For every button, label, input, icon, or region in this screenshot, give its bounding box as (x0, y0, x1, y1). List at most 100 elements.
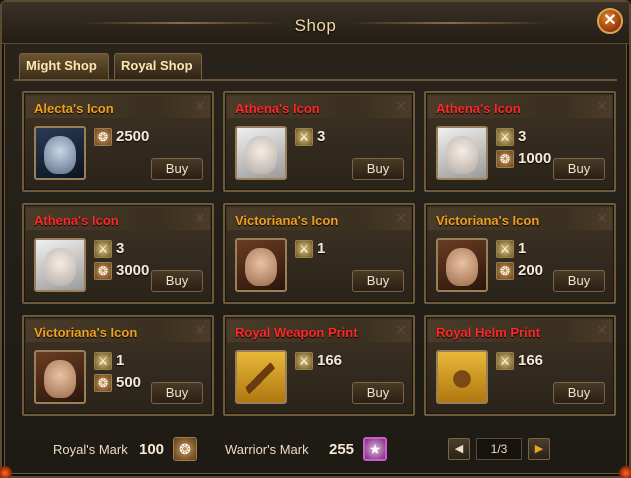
royal-mark-icon: ❂ (496, 262, 514, 280)
athena-portrait-icon (436, 126, 488, 180)
buy-button[interactable]: Buy (553, 382, 605, 404)
decor-cross-icon: ✕ (194, 98, 206, 114)
royal-mark-count: 100 (139, 441, 165, 458)
portrait-figure (44, 360, 76, 398)
shop-item-card: Athena's Icon ✕ ⚔ 3 Buy (223, 91, 415, 192)
decor-cross-icon: ✕ (596, 322, 608, 338)
item-name: Athena's Icon (436, 101, 521, 116)
warrior-mark-icon: ★ (363, 437, 387, 461)
cost-value: 1 (317, 240, 326, 257)
warrior-mark-label: Warrior's Mark (225, 442, 309, 457)
item-name: Royal Helm Print (436, 325, 541, 340)
decor-cross-icon: ✕ (194, 210, 206, 226)
cost-value: 2500 (116, 128, 150, 145)
buy-button[interactable]: Buy (352, 158, 404, 180)
footer: Royal's Mark 100 ❂ Warrior's Mark 255 ★ … (2, 432, 631, 468)
warrior-mark-icon: ⚔ (496, 128, 514, 146)
warrior-mark-icon: ⚔ (94, 240, 112, 258)
cost-value: 166 (518, 352, 544, 369)
shop-window: Shop ✕ Might Shop Royal Shop Alecta's Ic… (0, 0, 631, 478)
shop-item-card: Athena's Icon ✕ ⚔ 3 ❂ 1000 Buy (424, 91, 616, 192)
page-indicator: 1/3 (476, 438, 522, 460)
decor-cross-icon: ✕ (395, 322, 407, 338)
portrait-figure (446, 248, 478, 286)
decor-cross-icon: ✕ (194, 322, 206, 338)
buy-button[interactable]: Buy (553, 270, 605, 292)
royal-mark-icon: ❂ (496, 150, 514, 168)
decor-cross-icon: ✕ (395, 210, 407, 226)
victoriana-portrait-icon (436, 238, 488, 292)
buy-button[interactable]: Buy (151, 382, 203, 404)
shop-item-card: Victoriana's Icon ✕ ⚔ 1 Buy (223, 203, 415, 304)
cost-value: 3 (518, 128, 527, 145)
portrait-figure (44, 136, 76, 174)
chevron-right-icon: ▶ (534, 443, 544, 455)
item-name: Alecta's Icon (34, 101, 114, 116)
cost-value: 1 (116, 352, 125, 369)
buy-button[interactable]: Buy (352, 382, 404, 404)
portrait-figure (245, 136, 277, 174)
buy-button[interactable]: Buy (553, 158, 605, 180)
item-name: Royal Weapon Print (235, 325, 358, 340)
royal-mark-icon: ❂ (94, 374, 112, 392)
shop-item-card: Royal Weapon Print ✕ ⚔ 166 Buy (223, 315, 415, 416)
warrior-mark-icon: ⚔ (496, 240, 514, 258)
title-bar: Shop ✕ (2, 2, 629, 44)
portrait-figure (446, 136, 478, 174)
warrior-mark-icon: ⚔ (295, 352, 313, 370)
cost-value: 3 (116, 240, 125, 257)
shop-item-card: Athena's Icon ✕ ⚔ 3 ❂ 3000 Buy (22, 203, 214, 304)
page-next-button[interactable]: ▶ (528, 438, 550, 460)
buy-button[interactable]: Buy (352, 270, 404, 292)
item-name: Victoriana's Icon (34, 325, 138, 340)
alecta-portrait-icon (34, 126, 86, 180)
warrior-mark-icon: ⚔ (496, 352, 514, 370)
warrior-mark-count: 255 (329, 441, 355, 458)
decor-cross-icon: ✕ (596, 98, 608, 114)
tab-divider (14, 79, 617, 81)
athena-portrait-icon (235, 126, 287, 180)
cost-value: 3000 (116, 262, 150, 279)
window-title: Shop (294, 16, 337, 35)
cost-value: 500 (116, 374, 142, 391)
royal-mark-icon: ❂ (94, 128, 112, 146)
chevron-left-icon: ◀ (454, 443, 464, 455)
page-prev-button[interactable]: ◀ (448, 438, 470, 460)
decor-cross-icon: ✕ (395, 98, 407, 114)
buy-button[interactable]: Buy (151, 158, 203, 180)
royal-mark-icon: ❂ (173, 437, 197, 461)
buy-button[interactable]: Buy (151, 270, 203, 292)
close-button[interactable]: ✕ (597, 8, 623, 34)
victoriana-portrait-icon (34, 350, 86, 404)
athena-portrait-icon (34, 238, 86, 292)
warrior-mark-icon: ⚔ (94, 352, 112, 370)
weapon-scroll-portrait-icon (235, 350, 287, 404)
tab-might-shop[interactable]: Might Shop (19, 53, 109, 79)
portrait-figure (245, 360, 277, 398)
item-name: Victoriana's Icon (436, 213, 540, 228)
close-icon: ✕ (603, 12, 617, 29)
cost-value: 3 (317, 128, 326, 145)
cost-value: 166 (317, 352, 343, 369)
victoriana-portrait-icon (235, 238, 287, 292)
item-name: Athena's Icon (34, 213, 119, 228)
shop-item-card: Victoriana's Icon ✕ ⚔ 1 ❂ 200 Buy (424, 203, 616, 304)
portrait-figure (446, 360, 478, 398)
cost-value: 1 (518, 240, 527, 257)
decor-cross-icon: ✕ (596, 210, 608, 226)
shop-item-card: Victoriana's Icon ✕ ⚔ 1 ❂ 500 Buy (22, 315, 214, 416)
royal-mark-icon: ❂ (94, 262, 112, 280)
tab-royal-shop[interactable]: Royal Shop (114, 53, 202, 79)
helm-scroll-portrait-icon (436, 350, 488, 404)
portrait-figure (44, 248, 76, 286)
item-name: Victoriana's Icon (235, 213, 339, 228)
item-name: Athena's Icon (235, 101, 320, 116)
portrait-figure (245, 248, 277, 286)
cost-value: 1000 (518, 150, 552, 167)
cost-value: 200 (518, 262, 544, 279)
shop-item-card: Alecta's Icon ✕ ❂ 2500 Buy (22, 91, 214, 192)
royal-mark-label: Royal's Mark (53, 442, 128, 457)
warrior-mark-icon: ⚔ (295, 128, 313, 146)
shop-item-card: Royal Helm Print ✕ ⚔ 166 Buy (424, 315, 616, 416)
warrior-mark-icon: ⚔ (295, 240, 313, 258)
